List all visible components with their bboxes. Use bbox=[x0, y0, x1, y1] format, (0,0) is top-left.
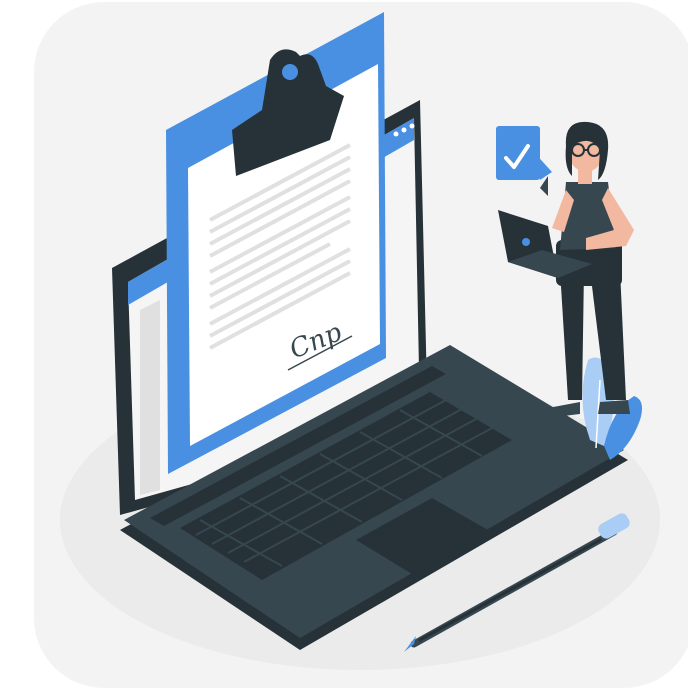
illustration-stage: Cnp bbox=[0, 0, 688, 692]
illustration-svg: Cnp bbox=[34, 2, 688, 688]
